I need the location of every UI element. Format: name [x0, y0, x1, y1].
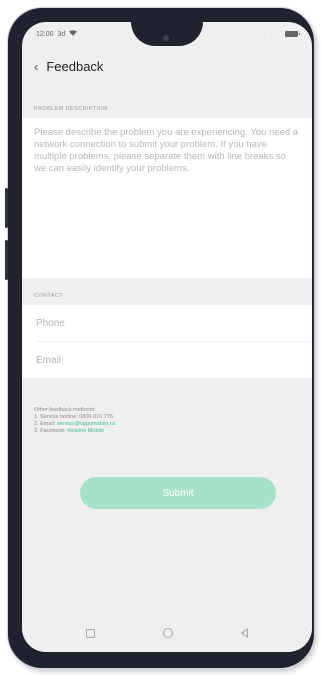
email-line-prefix: 2. Email: — [34, 421, 57, 427]
phone-frame: 12:00 3d · · · ‹ Feedback PROBLEM DESCRI… — [5, 8, 314, 668]
facebook-link[interactable]: Realme Mobile — [67, 428, 104, 434]
volume-button — [5, 188, 8, 228]
phone-field[interactable]: Phone — [22, 305, 312, 341]
battery-icon — [285, 31, 300, 37]
facebook-line-prefix: 3. Facebook: — [34, 428, 68, 434]
camera-icon — [163, 35, 169, 41]
header: ‹ Feedback — [22, 54, 312, 78]
page-title: Feedback — [46, 58, 104, 74]
problem-placeholder: Please describe the problem you are expe… — [34, 127, 299, 174]
email-field[interactable]: Email — [22, 342, 312, 378]
hotline-line: 1. Service hotline: 0800 016 776 — [34, 414, 113, 420]
facebook-line: 3. Facebook: Realme Mobile — [34, 428, 116, 435]
signal-label: 3d — [57, 30, 66, 38]
phone-placeholder: Phone — [36, 317, 65, 329]
square-icon[interactable] — [86, 628, 95, 638]
email-link[interactable]: service@oppomobile.nz — [57, 421, 116, 427]
email-line: 2. Email: service@oppomobile.nz — [34, 421, 116, 428]
wifi-icon — [69, 30, 78, 38]
screen: 12:00 3d · · · ‹ Feedback PROBLEM DESCRI… — [22, 22, 312, 652]
contact-section-label: CONTACT — [34, 293, 63, 299]
problem-description-input[interactable]: Please describe the problem you are expe… — [22, 118, 312, 278]
status-time: 12:00 — [36, 30, 54, 38]
contact-group: Phone Email — [22, 305, 312, 378]
status-dots: · · · — [263, 30, 279, 38]
submit-button[interactable]: Submit — [80, 477, 276, 509]
email-placeholder: Email — [36, 354, 62, 366]
chevron-left-icon[interactable]: ‹ — [34, 60, 38, 73]
navigation-bar — [22, 614, 312, 652]
circle-icon[interactable] — [163, 628, 173, 638]
problem-section-label: PROBLEM DESCRIPTION — [34, 106, 108, 112]
volume-button — [5, 240, 8, 280]
other-methods-heading: Other feedback methods: — [34, 407, 96, 413]
triangle-back-icon[interactable] — [241, 628, 248, 638]
other-feedback-methods: Other feedback methods: 1. Service hotli… — [34, 407, 116, 435]
